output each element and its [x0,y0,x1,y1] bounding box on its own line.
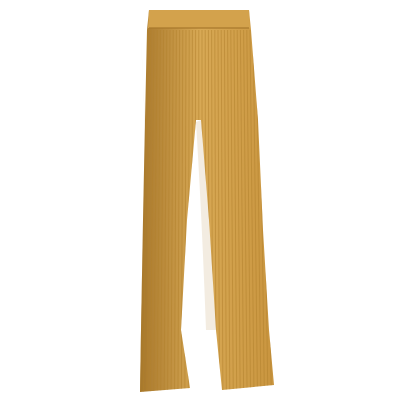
corduroy-rib [140,29,142,392]
corduroy-rib [271,29,274,392]
corduroy-rib [276,30,282,395]
corduroy-rib [133,30,138,395]
corduroy-rib [207,29,210,392]
corduroy-rib [268,29,274,392]
product-photo [0,0,400,400]
waistband [148,10,250,28]
trousers-icon [133,10,282,395]
corduroy-rib [191,29,193,392]
